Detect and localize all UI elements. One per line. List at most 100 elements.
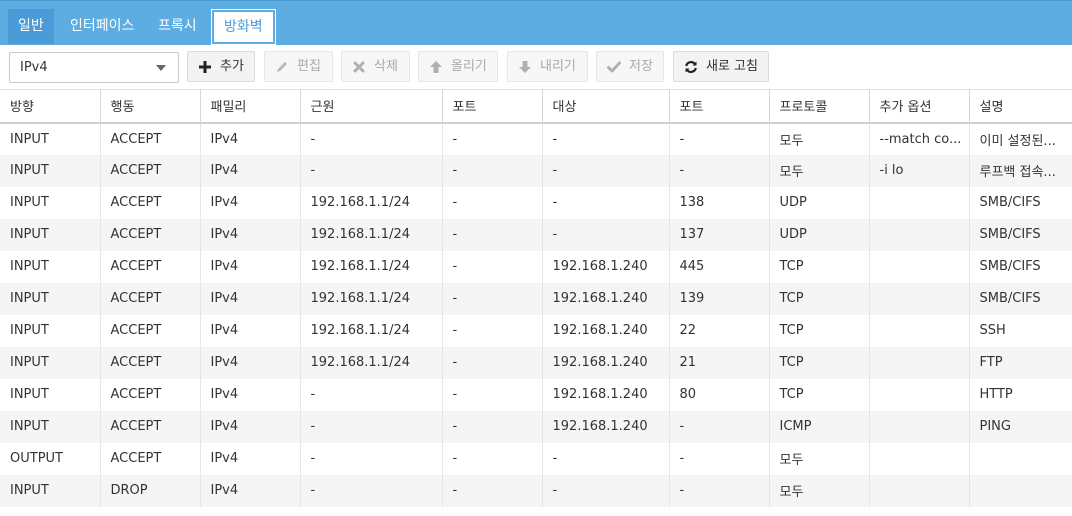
cell-protocol: 모두 <box>769 122 870 155</box>
cell-family: IPv4 <box>200 250 301 283</box>
cell-protocol: UDP <box>769 186 870 219</box>
table-row[interactable]: INPUT DROP IPv4- - - - 모두 <box>0 474 1072 507</box>
cell-action: ACCEPT <box>100 442 201 475</box>
cell-source-port: - <box>442 250 543 283</box>
column-header-destination[interactable]: 대상 <box>542 89 670 124</box>
cell-description <box>969 443 1072 475</box>
move-up-button[interactable]: 올리기 <box>418 51 498 82</box>
cell-extra-options: -i lo <box>869 154 970 187</box>
cell-destination-port: - <box>669 442 770 475</box>
table-row[interactable]: INPUT ACCEPT IPv4 192.168.1.1/24-192.168.1.… <box>0 282 1072 315</box>
cell-action: ACCEPT <box>100 250 201 283</box>
column-header-source[interactable]: 근원 <box>300 89 443 124</box>
cell-direction: INPUT <box>0 122 101 155</box>
column-header-action[interactable]: 행동 <box>100 89 201 124</box>
delete-button[interactable]: 삭제 <box>341 51 410 82</box>
cell-description: SMB/CIFS <box>979 259 1041 274</box>
column-header-family[interactable]: 패밀리 <box>200 89 301 124</box>
cell-action: ACCEPT <box>100 346 201 379</box>
table-header-row: 방향 행동 패밀리 근원 포트 대상 포트 프로토콜 추가 옵션 설명 <box>0 89 1072 124</box>
cell-direction: INPUT <box>0 378 101 411</box>
cell-destination: - <box>542 122 670 155</box>
cell-description: SMB/CIFS <box>969 218 1072 251</box>
cell-description <box>969 474 1072 507</box>
cell-extra-options <box>869 378 970 411</box>
table-row[interactable]: INPUT ACCEPT IPv4 192.168.1.1/24-192.168.1.… <box>0 346 1072 379</box>
table-row[interactable]: INPUT ACCEPT IPv4- -192.168.1.240- ICMP PING <box>0 410 1072 443</box>
add-button[interactable]: 추가 <box>187 51 255 82</box>
cell-source: 192.168.1.1/24 <box>300 250 443 283</box>
tab-proxy[interactable]: 프록시 <box>148 9 207 44</box>
table-row[interactable]: INPUT ACCEPT IPv4 192.168.1.1/24- -137 UDP SMB… <box>0 218 1072 251</box>
plus-icon <box>198 60 212 74</box>
move-down-button[interactable]: 내리기 <box>507 51 588 82</box>
column-header-extra-options[interactable]: 추가 옵션 <box>869 89 970 124</box>
cell-protocol: TCP <box>769 250 870 283</box>
cell-extra-options <box>869 282 970 315</box>
cell-protocol: UDP <box>769 218 870 251</box>
edit-button[interactable]: 편집 <box>264 51 333 82</box>
cell-family: IPv4 <box>200 218 301 251</box>
table-row[interactable]: INPUT ACCEPT IPv4- - - - 모두 --match co... 이미 설정된… <box>0 122 1072 155</box>
cell-action: ACCEPT <box>100 186 201 219</box>
cell-extra-options <box>869 410 970 443</box>
cell-source: 192.168.1.1/24 <box>300 186 443 219</box>
family-select[interactable]: IPv4 <box>9 52 179 83</box>
refresh-button[interactable]: 새로 고침 <box>673 51 769 82</box>
cell-family: IPv4 <box>200 442 301 475</box>
cell-destination: - <box>542 218 670 251</box>
delete-button-label: 삭제 <box>374 59 398 74</box>
cell-source-port: - <box>442 442 543 475</box>
cell-destination-port: - <box>669 410 770 443</box>
save-button[interactable]: 저장 <box>596 51 664 82</box>
cell-action: ACCEPT <box>100 410 201 443</box>
cell-family: IPv4 <box>200 378 301 411</box>
cell-source-port: - <box>442 378 543 411</box>
tab-interfaces[interactable]: 인터페이스 <box>60 9 144 44</box>
table-row[interactable]: OUTPUT ACCEPT IPv4- - - - 모두 <box>0 442 1072 475</box>
cell-destination-port: - <box>669 122 770 155</box>
cell-direction: INPUT <box>0 154 101 187</box>
column-header-destination-port[interactable]: 포트 <box>669 89 770 124</box>
cell-destination-port: - <box>669 474 770 507</box>
refresh-icon <box>684 60 698 74</box>
cell-destination-port: 138 <box>669 186 770 219</box>
cell-destination: - <box>542 474 670 507</box>
column-header-description[interactable]: 설명 <box>969 89 1072 124</box>
cell-source-port: - <box>442 218 543 251</box>
cell-source: - <box>300 154 443 187</box>
cell-destination: 192.168.1.240 <box>542 378 670 411</box>
table-row[interactable]: INPUT ACCEPT IPv4 192.168.1.1/24-192.168.1.… <box>0 314 1072 347</box>
cell-direction: INPUT <box>0 218 101 251</box>
tab-general[interactable]: 일반 <box>8 9 54 44</box>
firewall-rules-table: 방향 행동 패밀리 근원 포트 대상 포트 프로토콜 추가 옵션 설명 INPU… <box>0 89 1072 507</box>
cell-family: IPv4 <box>200 154 301 187</box>
cell-description: SMB/CIFS <box>969 282 1072 315</box>
table-row[interactable]: INPUT ACCEPT IPv4- -192.168.1.240 80 TCP HTTP <box>0 378 1072 411</box>
cell-extra-options <box>869 314 970 347</box>
cell-extra-options <box>869 218 970 251</box>
cell-destination: - <box>542 154 670 187</box>
cell-description: 루프백 접속... <box>969 154 1072 187</box>
column-header-source-port[interactable]: 포트 <box>442 89 543 124</box>
check-icon <box>607 60 621 74</box>
cell-family: IPv4 <box>200 186 301 219</box>
column-header-direction[interactable]: 방향 <box>0 89 101 124</box>
save-button-label: 저장 <box>629 59 653 74</box>
tab-firewall[interactable]: 방화벽 <box>211 9 276 45</box>
move-down-button-label: 내리기 <box>540 59 576 74</box>
cell-source: 192.168.1.1/24 <box>300 346 443 379</box>
cell-protocol: TCP <box>769 282 870 315</box>
table-row[interactable]: INPUT ACCEPT IPv4- - - - 모두 -i lo 루프백 접속... <box>0 154 1072 187</box>
table-row[interactable]: INPUT ACCEPT IPv4 192.168.1.1/24- -138 UDP SMB… <box>0 186 1072 219</box>
arrow-down-icon <box>518 60 532 74</box>
table-row[interactable]: INPUT ACCEPT IPv4 192.168.1.1/24-192.168.1.… <box>0 250 1072 283</box>
cell-action: ACCEPT <box>100 314 201 347</box>
cell-source: - <box>300 122 443 155</box>
family-select-value: IPv4 <box>20 60 48 75</box>
cell-source: - <box>300 474 443 507</box>
cell-family: IPv4 <box>200 410 301 443</box>
cell-direction: INPUT <box>0 282 101 315</box>
cell-protocol: 모두 <box>769 474 870 507</box>
column-header-protocol[interactable]: 프로토콜 <box>769 89 870 124</box>
